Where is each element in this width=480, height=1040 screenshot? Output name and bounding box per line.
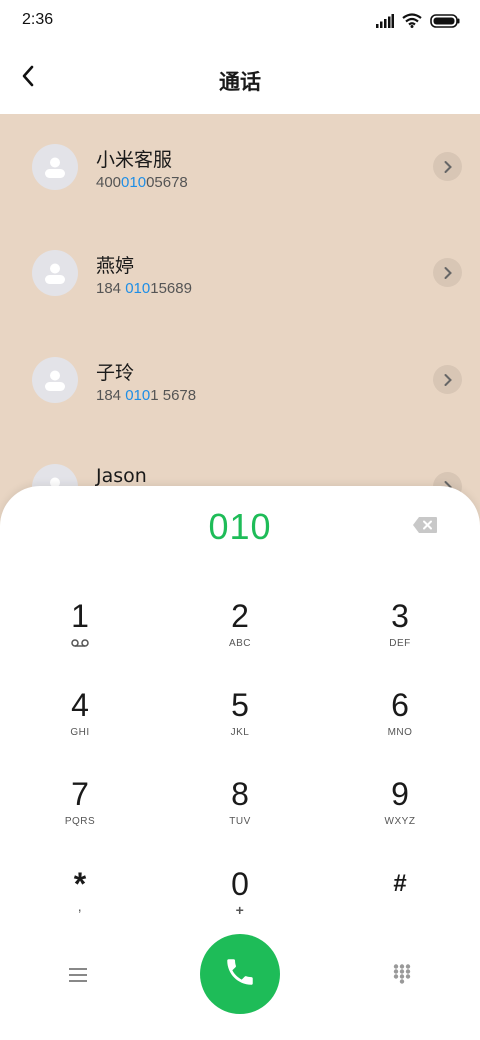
voicemail-icon	[71, 638, 89, 652]
key-letters: TUV	[229, 816, 251, 827]
contact-row[interactable]: 燕婷 184 01015689	[0, 220, 480, 326]
key-letters: PQRS	[64, 816, 96, 827]
contact-name: 子玲	[96, 362, 135, 384]
key-7[interactable]: 7 PQRS	[20, 774, 140, 854]
status-time: 2:36	[22, 11, 54, 28]
battery-icon	[430, 13, 460, 32]
chevron-right-icon[interactable]	[433, 152, 462, 181]
contact-number: 184 01015689	[96, 280, 192, 297]
key-8[interactable]: 8 TUV	[180, 774, 300, 854]
key-digit: 6	[391, 687, 409, 723]
key-digit: 4	[71, 687, 89, 723]
status-bar: 2:36	[0, 0, 480, 44]
key-letters: WXYZ	[384, 816, 416, 827]
status-icons	[376, 12, 460, 32]
contact-row[interactable]: 小米客服 40001005678	[0, 114, 480, 220]
key-6[interactable]: 6 MNO	[340, 685, 460, 765]
phone-icon	[223, 955, 257, 993]
key-1[interactable]: 1	[20, 596, 140, 676]
signal-icon	[376, 13, 394, 32]
key-letters: +	[235, 902, 245, 918]
bottom-action-bar	[0, 932, 480, 1022]
key-9[interactable]: 9 WXYZ	[340, 774, 460, 854]
key-digit: 9	[391, 776, 409, 812]
key-5[interactable]: 5 JKL	[180, 685, 300, 765]
key-digit: #	[393, 870, 407, 897]
key-digit: 3	[391, 598, 409, 634]
page-title: 通话	[219, 70, 261, 94]
contact-avatar-icon	[32, 250, 78, 296]
key-digit: 8	[231, 776, 249, 812]
key-2[interactable]: 2 ABC	[180, 596, 300, 676]
key-letters: DEF	[389, 638, 411, 649]
dialpad-icon	[393, 964, 411, 988]
header: 通话	[0, 44, 480, 114]
menu-icon	[69, 967, 87, 986]
key-3[interactable]: 3 DEF	[340, 596, 460, 676]
contact-number: 40001005678	[96, 174, 188, 191]
key-digit: 2	[231, 598, 249, 634]
key-digit: 1	[71, 598, 89, 634]
dialpad-toggle-button[interactable]	[386, 960, 418, 992]
contact-avatar-icon	[32, 144, 78, 190]
dialpad-sheet: 010 1 2 ABC 3 DEF 4 GHI 5 JKL 6 MNO 7 PQ…	[0, 486, 480, 1040]
contact-number: 184 0101 5678	[96, 387, 197, 404]
key-digit: 5	[231, 687, 249, 723]
wifi-icon	[402, 12, 422, 32]
dial-input[interactable]: 010	[0, 506, 480, 548]
call-button[interactable]	[200, 934, 280, 1014]
contact-name: Jason	[96, 465, 147, 487]
key-digit: 7	[71, 776, 89, 812]
contact-avatar-icon	[32, 357, 78, 403]
key-letters: ,	[77, 898, 83, 914]
key-letters: JKL	[230, 727, 250, 738]
menu-button[interactable]	[62, 960, 94, 992]
contact-name: 小米客服	[96, 149, 173, 171]
chevron-right-icon[interactable]	[433, 258, 462, 287]
chevron-right-icon[interactable]	[433, 365, 462, 394]
delete-button[interactable]	[412, 516, 444, 538]
key-letters: ABC	[228, 638, 252, 649]
key-letters: MNO	[387, 727, 413, 738]
key-letters: GHI	[70, 727, 90, 738]
key-digit: 0	[231, 866, 249, 902]
contact-list: 小米客服 40001005678 燕婷 184 01015689 子玲 184 …	[0, 114, 480, 514]
contact-name: 燕婷	[96, 255, 135, 277]
key-4[interactable]: 4 GHI	[20, 685, 140, 765]
contact-row[interactable]: 子玲 184 0101 5678	[0, 327, 480, 433]
delete-icon	[412, 517, 438, 538]
